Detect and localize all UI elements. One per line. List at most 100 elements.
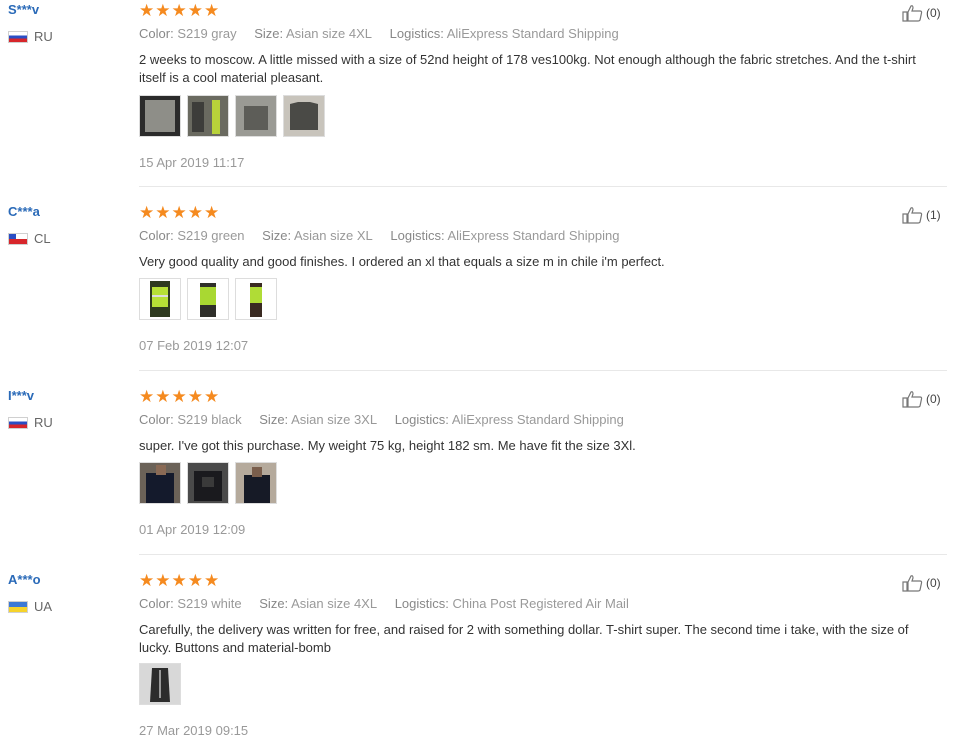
star-icon: ★ (139, 1, 155, 20)
color-label: Color: (139, 26, 174, 41)
reviewer-name[interactable]: I***v (8, 388, 34, 403)
color-value: S219 white (177, 596, 242, 611)
review-photo[interactable] (187, 95, 229, 137)
helpful-count: (0) (926, 392, 941, 406)
review-photo[interactable] (187, 462, 229, 504)
review-date: 01 Apr 2019 12:09 (139, 522, 246, 537)
star-icon: ★ (171, 1, 187, 20)
review-divider (139, 554, 947, 555)
logistics-label: Logistics: (389, 26, 444, 41)
review-photo[interactable] (139, 462, 181, 504)
country-code: UA (34, 599, 53, 614)
logistics-value: AliExpress Standard Shipping (447, 228, 620, 243)
size-value: Asian size 3XL (291, 412, 378, 427)
star-icon: ★ (139, 387, 155, 406)
star-icon: ★ (155, 203, 171, 222)
star-icon: ★ (204, 1, 220, 20)
helpful-count: (1) (926, 208, 941, 222)
helpful-count: (0) (926, 6, 941, 20)
review-text: 2 weeks to moscow. A little missed with … (139, 52, 916, 85)
logistics-value: AliExpress Standard Shipping (446, 26, 619, 41)
order-attributes: Color: S219 gray Size: Asian size 4XL Lo… (139, 26, 633, 41)
helpful-button[interactable]: (0) (902, 574, 941, 592)
thumbs-up-icon (902, 575, 923, 592)
size-label: Size: (259, 596, 289, 611)
russia-flag-icon (8, 30, 28, 43)
thumbs-up-icon (902, 207, 923, 224)
review-photo[interactable] (139, 663, 181, 705)
logistics-label: Logistics: (390, 228, 445, 243)
star-icon: ★ (139, 571, 155, 590)
reviewer-country: CL (8, 231, 51, 246)
color-label: Color: (139, 228, 174, 243)
logistics-value: China Post Registered Air Mail (452, 596, 629, 611)
star-icon: ★ (171, 203, 187, 222)
photo-thumbnails (139, 663, 187, 705)
ukraine-flag-icon (8, 600, 28, 613)
helpful-button[interactable]: (0) (902, 4, 941, 22)
review-photo[interactable] (283, 95, 325, 137)
color-value: S219 gray (177, 26, 237, 41)
star-rating: ★ ★ ★ ★ ★ (139, 387, 220, 406)
reviewer-country: UA (8, 599, 52, 614)
star-icon: ★ (155, 387, 171, 406)
photo-thumbnails (139, 95, 331, 137)
logistics-label: Logistics: (394, 596, 449, 611)
logistics-label: Logistics: (394, 412, 449, 427)
star-icon: ★ (155, 1, 171, 20)
country-code: RU (34, 415, 53, 430)
russia-flag-icon (8, 416, 28, 429)
size-label: Size: (262, 228, 292, 243)
country-code: CL (34, 231, 51, 246)
star-icon: ★ (187, 1, 203, 20)
logistics-value: AliExpress Standard Shipping (451, 412, 624, 427)
review-text: super. I've got this purchase. My weight… (139, 438, 636, 453)
size-label: Size: (259, 412, 289, 427)
order-attributes: Color: S219 green Size: Asian size XL Lo… (139, 228, 633, 243)
size-value: Asian size XL (293, 228, 373, 243)
star-icon: ★ (204, 203, 220, 222)
review-divider (139, 186, 947, 187)
photo-thumbnails (139, 278, 283, 320)
star-icon: ★ (187, 203, 203, 222)
size-value: Asian size 4XL (291, 596, 378, 611)
thumbs-up-icon (902, 5, 923, 22)
color-label: Color: (139, 412, 174, 427)
chile-flag-icon (8, 232, 28, 245)
reviewer-name[interactable]: A***o (8, 572, 41, 587)
thumbs-up-icon (902, 391, 923, 408)
color-value: S219 black (177, 412, 242, 427)
star-icon: ★ (171, 571, 187, 590)
star-icon: ★ (204, 571, 220, 590)
star-icon: ★ (187, 387, 203, 406)
size-value: Asian size 4XL (286, 26, 373, 41)
review-divider (139, 370, 947, 371)
review-photo[interactable] (235, 462, 277, 504)
review-photo[interactable] (139, 278, 181, 320)
reviewer-country: RU (8, 29, 53, 44)
size-label: Size: (254, 26, 284, 41)
star-icon: ★ (171, 387, 187, 406)
color-label: Color: (139, 596, 174, 611)
review-photo[interactable] (139, 95, 181, 137)
reviewer-name[interactable]: C***a (8, 204, 40, 219)
review-date: 07 Feb 2019 12:07 (139, 338, 249, 353)
review-photo[interactable] (235, 278, 277, 320)
star-icon: ★ (155, 571, 171, 590)
star-icon: ★ (187, 571, 203, 590)
star-rating: ★ ★ ★ ★ ★ (139, 203, 220, 222)
review-date: 27 Mar 2019 09:15 (139, 723, 249, 738)
helpful-button[interactable]: (0) (902, 390, 941, 408)
star-rating: ★ ★ ★ ★ ★ (139, 1, 220, 20)
color-value: S219 green (177, 228, 245, 243)
star-rating: ★ ★ ★ ★ ★ (139, 571, 220, 590)
helpful-button[interactable]: (1) (902, 206, 941, 224)
review-photo[interactable] (187, 278, 229, 320)
review-date: 15 Apr 2019 11:17 (139, 155, 245, 170)
reviewer-country: RU (8, 415, 53, 430)
order-attributes: Color: S219 white Size: Asian size 4XL L… (139, 596, 643, 611)
country-code: RU (34, 29, 53, 44)
review-photo[interactable] (235, 95, 277, 137)
helpful-count: (0) (926, 576, 941, 590)
reviewer-name[interactable]: S***v (8, 2, 39, 17)
